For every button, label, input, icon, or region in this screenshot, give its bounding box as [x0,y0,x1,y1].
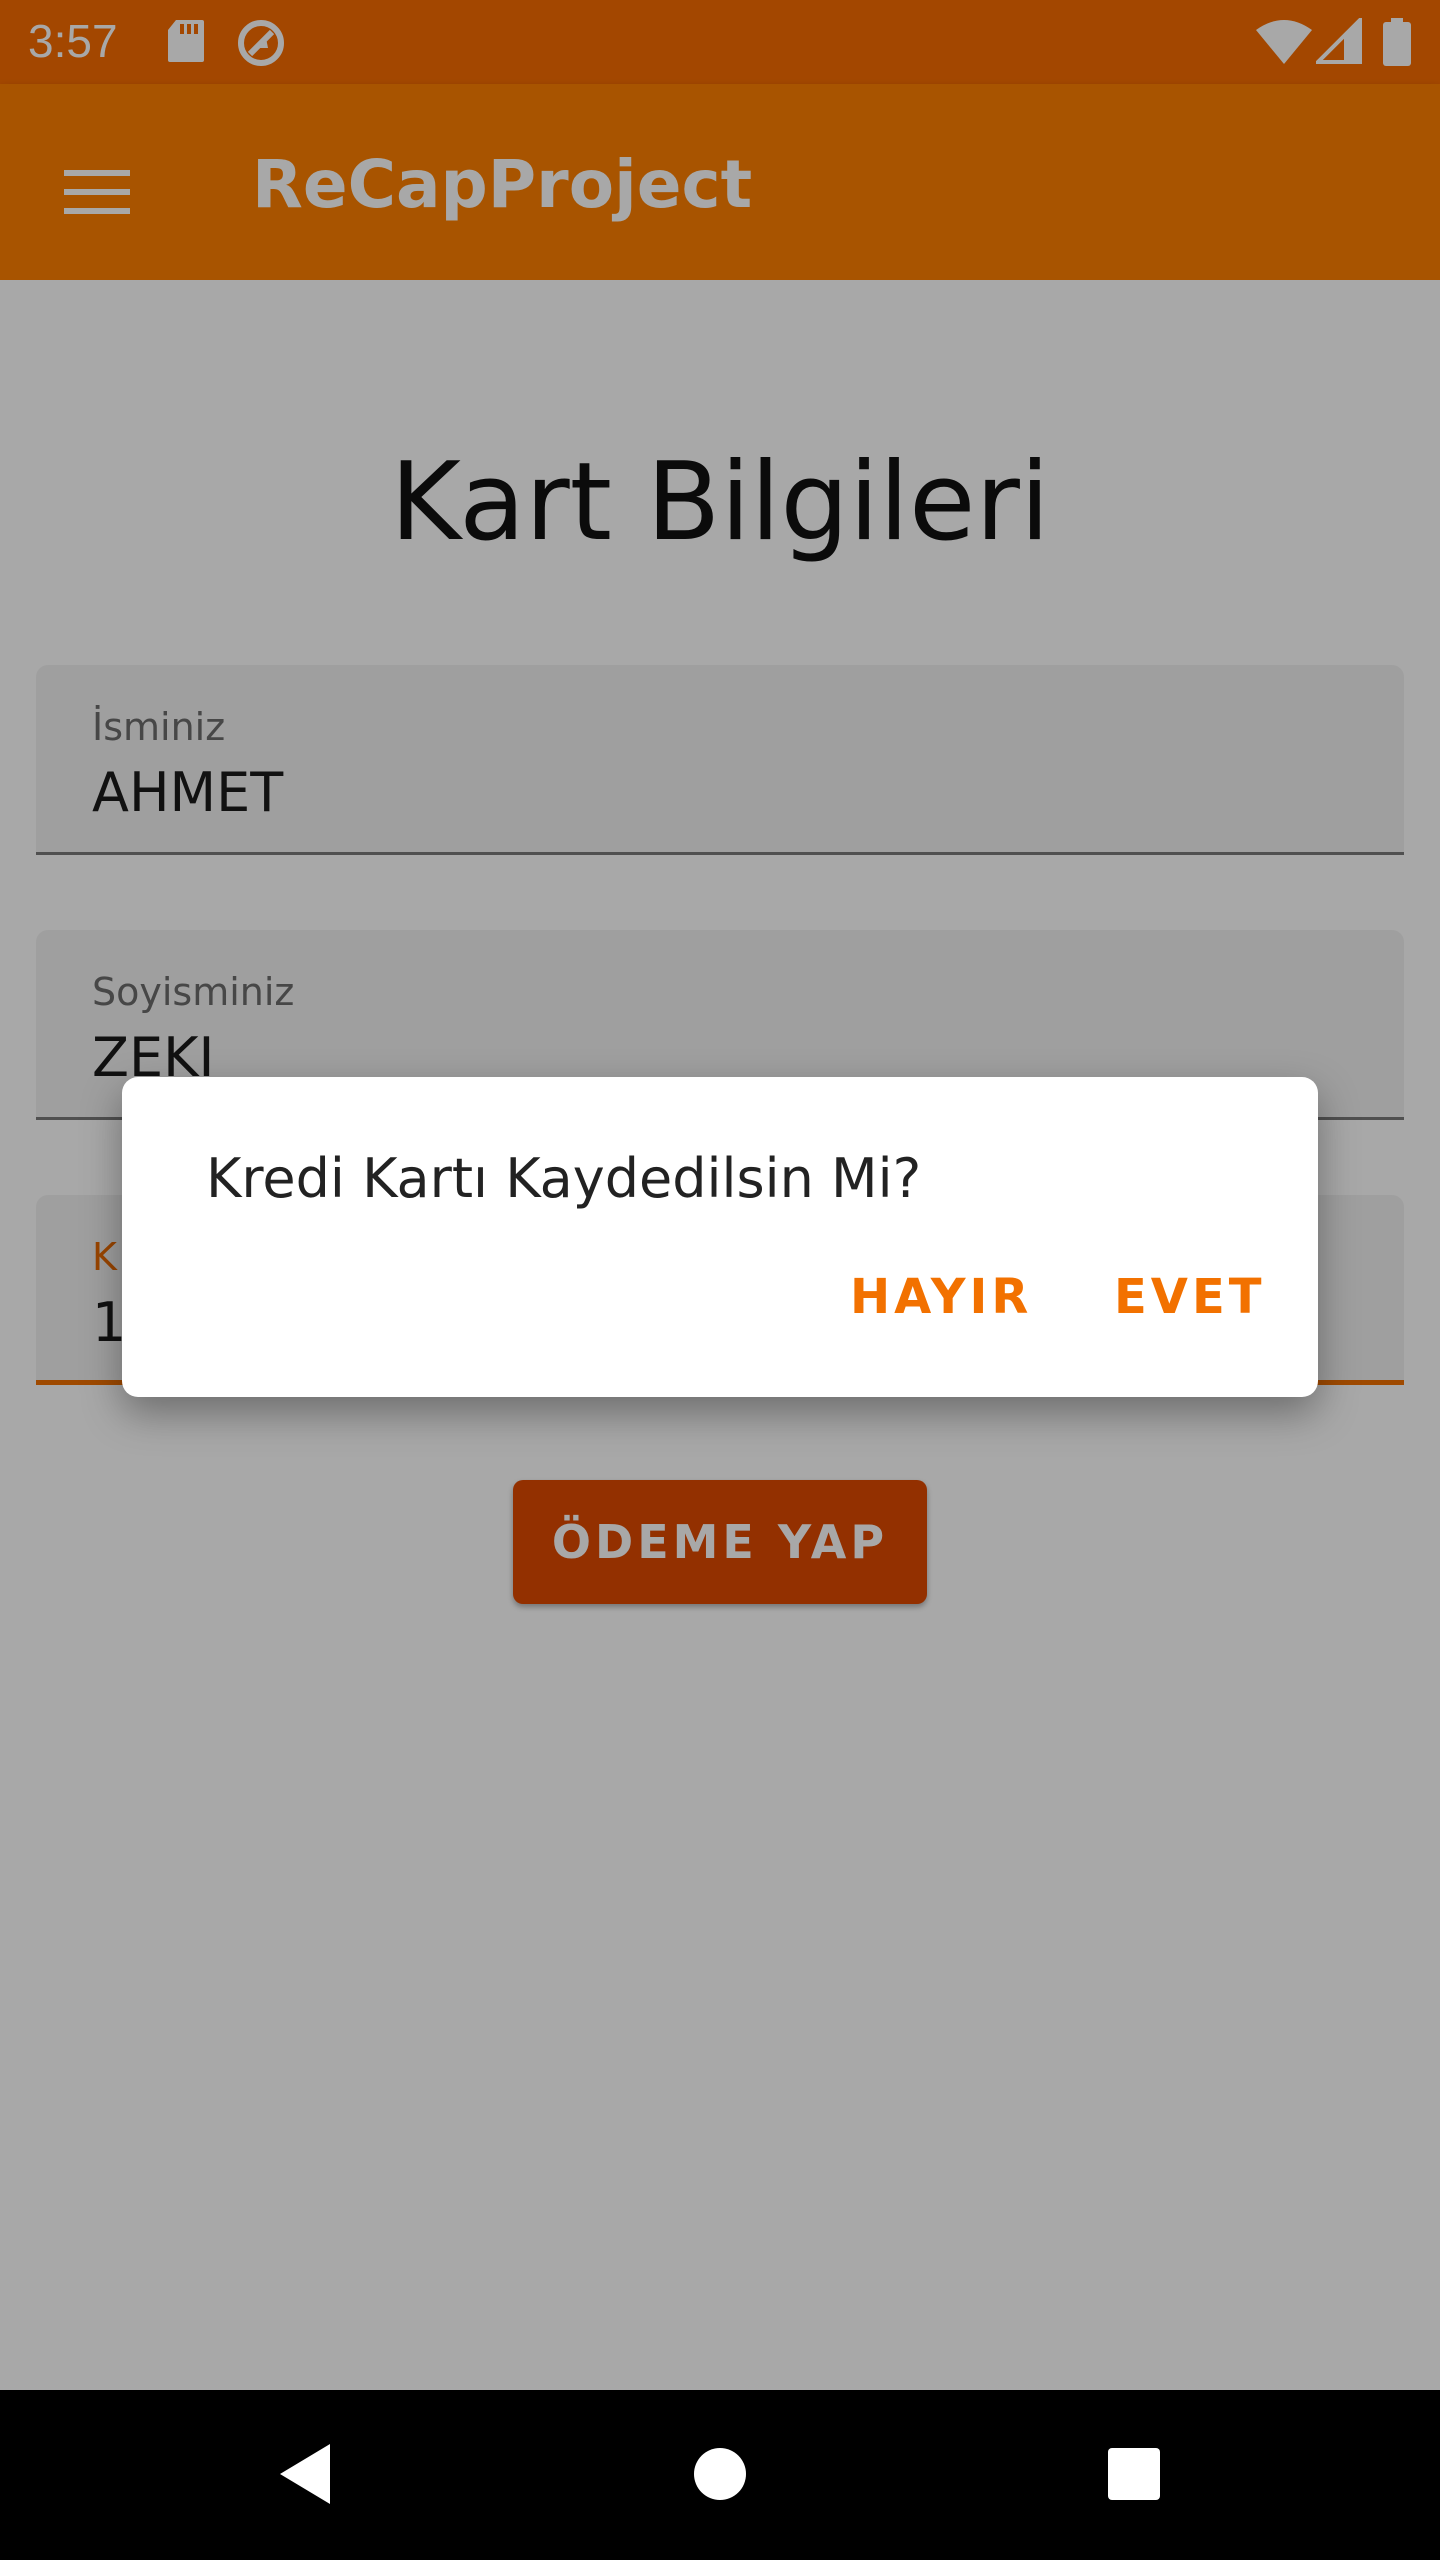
yes-button[interactable]: EVET [1114,1269,1265,1325]
no-button[interactable]: HAYIR [850,1269,1032,1325]
back-icon[interactable] [266,2432,350,2516]
save-card-dialog: Kredi Kartı Kaydedilsin Mi? HAYIR EVET [122,1077,1318,1397]
navigation-bar [0,2390,1440,2560]
dialog-message: Kredi Kartı Kaydedilsin Mi? [206,1147,922,1210]
home-icon[interactable] [678,2432,762,2516]
recents-icon[interactable] [1092,2432,1176,2516]
